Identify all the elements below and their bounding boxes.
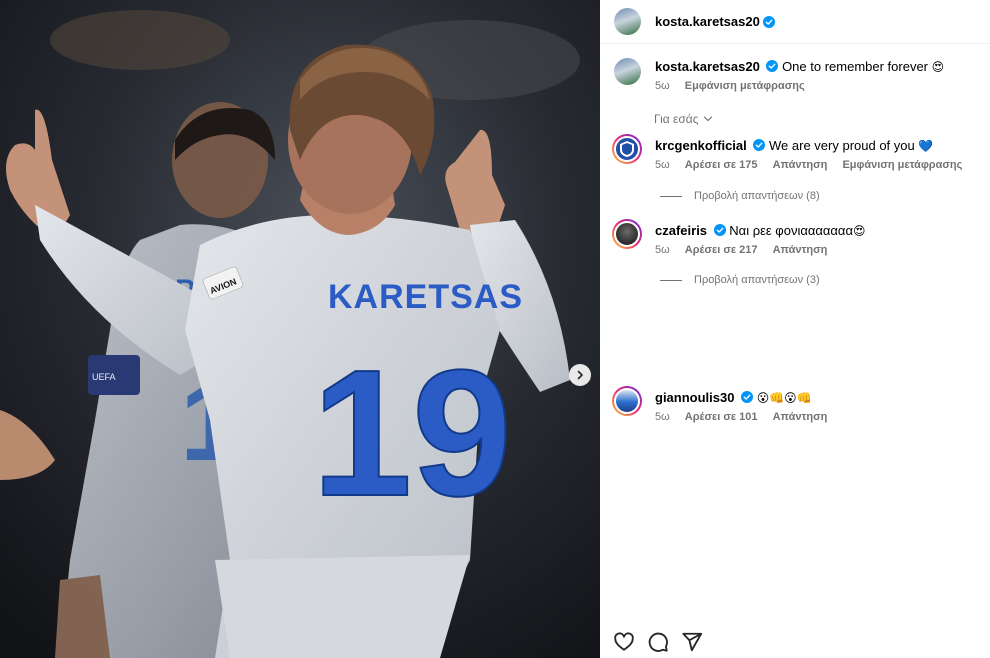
view-replies-button[interactable]: Προβολή απαντήσεων (3) xyxy=(660,274,820,286)
comment-emoji: 😍 xyxy=(852,224,866,238)
caption-time[interactable]: 5ω xyxy=(655,80,670,92)
chevron-down-icon xyxy=(703,116,712,122)
comment-username[interactable]: czafeiris xyxy=(655,223,707,238)
comment-username[interactable]: giannoulis30 xyxy=(655,390,734,405)
post-sidebar: kosta.karetsas20 kosta.karetsas20 One to… xyxy=(600,0,990,658)
verified-icon xyxy=(753,139,766,151)
heart-icon xyxy=(614,632,634,651)
reply-button[interactable]: Απάντηση xyxy=(773,244,828,256)
comment-time[interactable]: 5ω xyxy=(655,411,670,423)
jersey-name: KARETSAS xyxy=(328,278,523,316)
commenter-avatar[interactable] xyxy=(612,219,642,249)
comment-emoji: 💙 xyxy=(918,139,934,153)
see-translation-link[interactable]: Εμφάνιση μετάφρασης xyxy=(685,80,805,92)
verified-icon xyxy=(713,224,726,236)
author-avatar[interactable] xyxy=(614,8,641,35)
comment-likes[interactable]: Αρέσει σε 217 xyxy=(685,244,758,256)
comment-time[interactable]: 5ω xyxy=(655,159,670,171)
comment-time[interactable]: 5ω xyxy=(655,244,670,256)
comment-item: giannoulis30 😮👊😮👊 5ω Αρέσει σε 101 Απάντ… xyxy=(612,386,839,423)
post-caption: kosta.karetsas20 One to remember forever… xyxy=(614,58,944,92)
share-icon xyxy=(682,632,703,652)
comment-item: krcgenkofficial We are very proud of you… xyxy=(612,134,974,171)
comment-icon xyxy=(648,632,668,652)
comment-sort-dropdown[interactable]: Για εσάς xyxy=(654,112,713,126)
view-replies-button[interactable]: Προβολή απαντήσεων (8) xyxy=(660,190,820,202)
see-translation-link[interactable]: Εμφάνιση μετάφρασης xyxy=(842,159,962,171)
author-username[interactable]: kosta.karetsas20 xyxy=(655,14,760,29)
comment-text: We are very proud of you xyxy=(769,138,915,153)
comment-text: Ναι ρεε φονιααααααα xyxy=(729,223,853,238)
replies-divider xyxy=(660,195,682,197)
genk-logo-icon xyxy=(620,141,634,157)
comment-item: czafeiris Ναι ρεε φονιααααααα😍 5ω Αρέσει… xyxy=(612,219,865,256)
verified-icon xyxy=(766,60,779,72)
caption-emoji: 😍 xyxy=(931,60,945,74)
caption-avatar[interactable] xyxy=(614,58,641,85)
caption-text: One to remember forever xyxy=(782,59,929,74)
commenter-avatar[interactable] xyxy=(612,134,642,164)
comment-username[interactable]: krcgenkofficial xyxy=(655,138,747,153)
post-photo-illustration: PA 1 UEFA KARETSAS 19 AVION xyxy=(0,0,600,658)
caption-username[interactable]: kosta.karetsas20 xyxy=(655,59,760,74)
view-replies-label: Προβολή απαντήσεων (8) xyxy=(694,190,820,202)
verified-icon xyxy=(762,15,775,28)
post-image[interactable]: PA 1 UEFA KARETSAS 19 AVION xyxy=(0,0,600,658)
view-replies-label: Προβολή απαντήσεων (3) xyxy=(694,274,820,286)
commenter-avatar[interactable] xyxy=(612,386,642,416)
comment-button[interactable] xyxy=(646,630,670,654)
verified-icon xyxy=(741,391,754,403)
replies-divider xyxy=(660,279,682,281)
like-button[interactable] xyxy=(612,630,636,654)
comment-sort-label: Για εσάς xyxy=(654,112,699,126)
post-actions xyxy=(612,630,714,654)
share-button[interactable] xyxy=(680,630,704,654)
post-header: kosta.karetsas20 xyxy=(600,0,990,44)
comment-likes[interactable]: Αρέσει σε 101 xyxy=(685,411,758,423)
next-image-button[interactable] xyxy=(569,364,591,386)
jersey-number: 19 xyxy=(312,333,512,534)
comment-emoji: 😮👊😮👊 xyxy=(756,391,812,405)
comment-likes[interactable]: Αρέσει σε 175 xyxy=(685,159,758,171)
reply-button[interactable]: Απάντηση xyxy=(773,411,828,423)
reply-button[interactable]: Απάντηση xyxy=(773,159,828,171)
svg-text:UEFA: UEFA xyxy=(92,372,116,382)
chevron-right-icon xyxy=(577,370,583,380)
